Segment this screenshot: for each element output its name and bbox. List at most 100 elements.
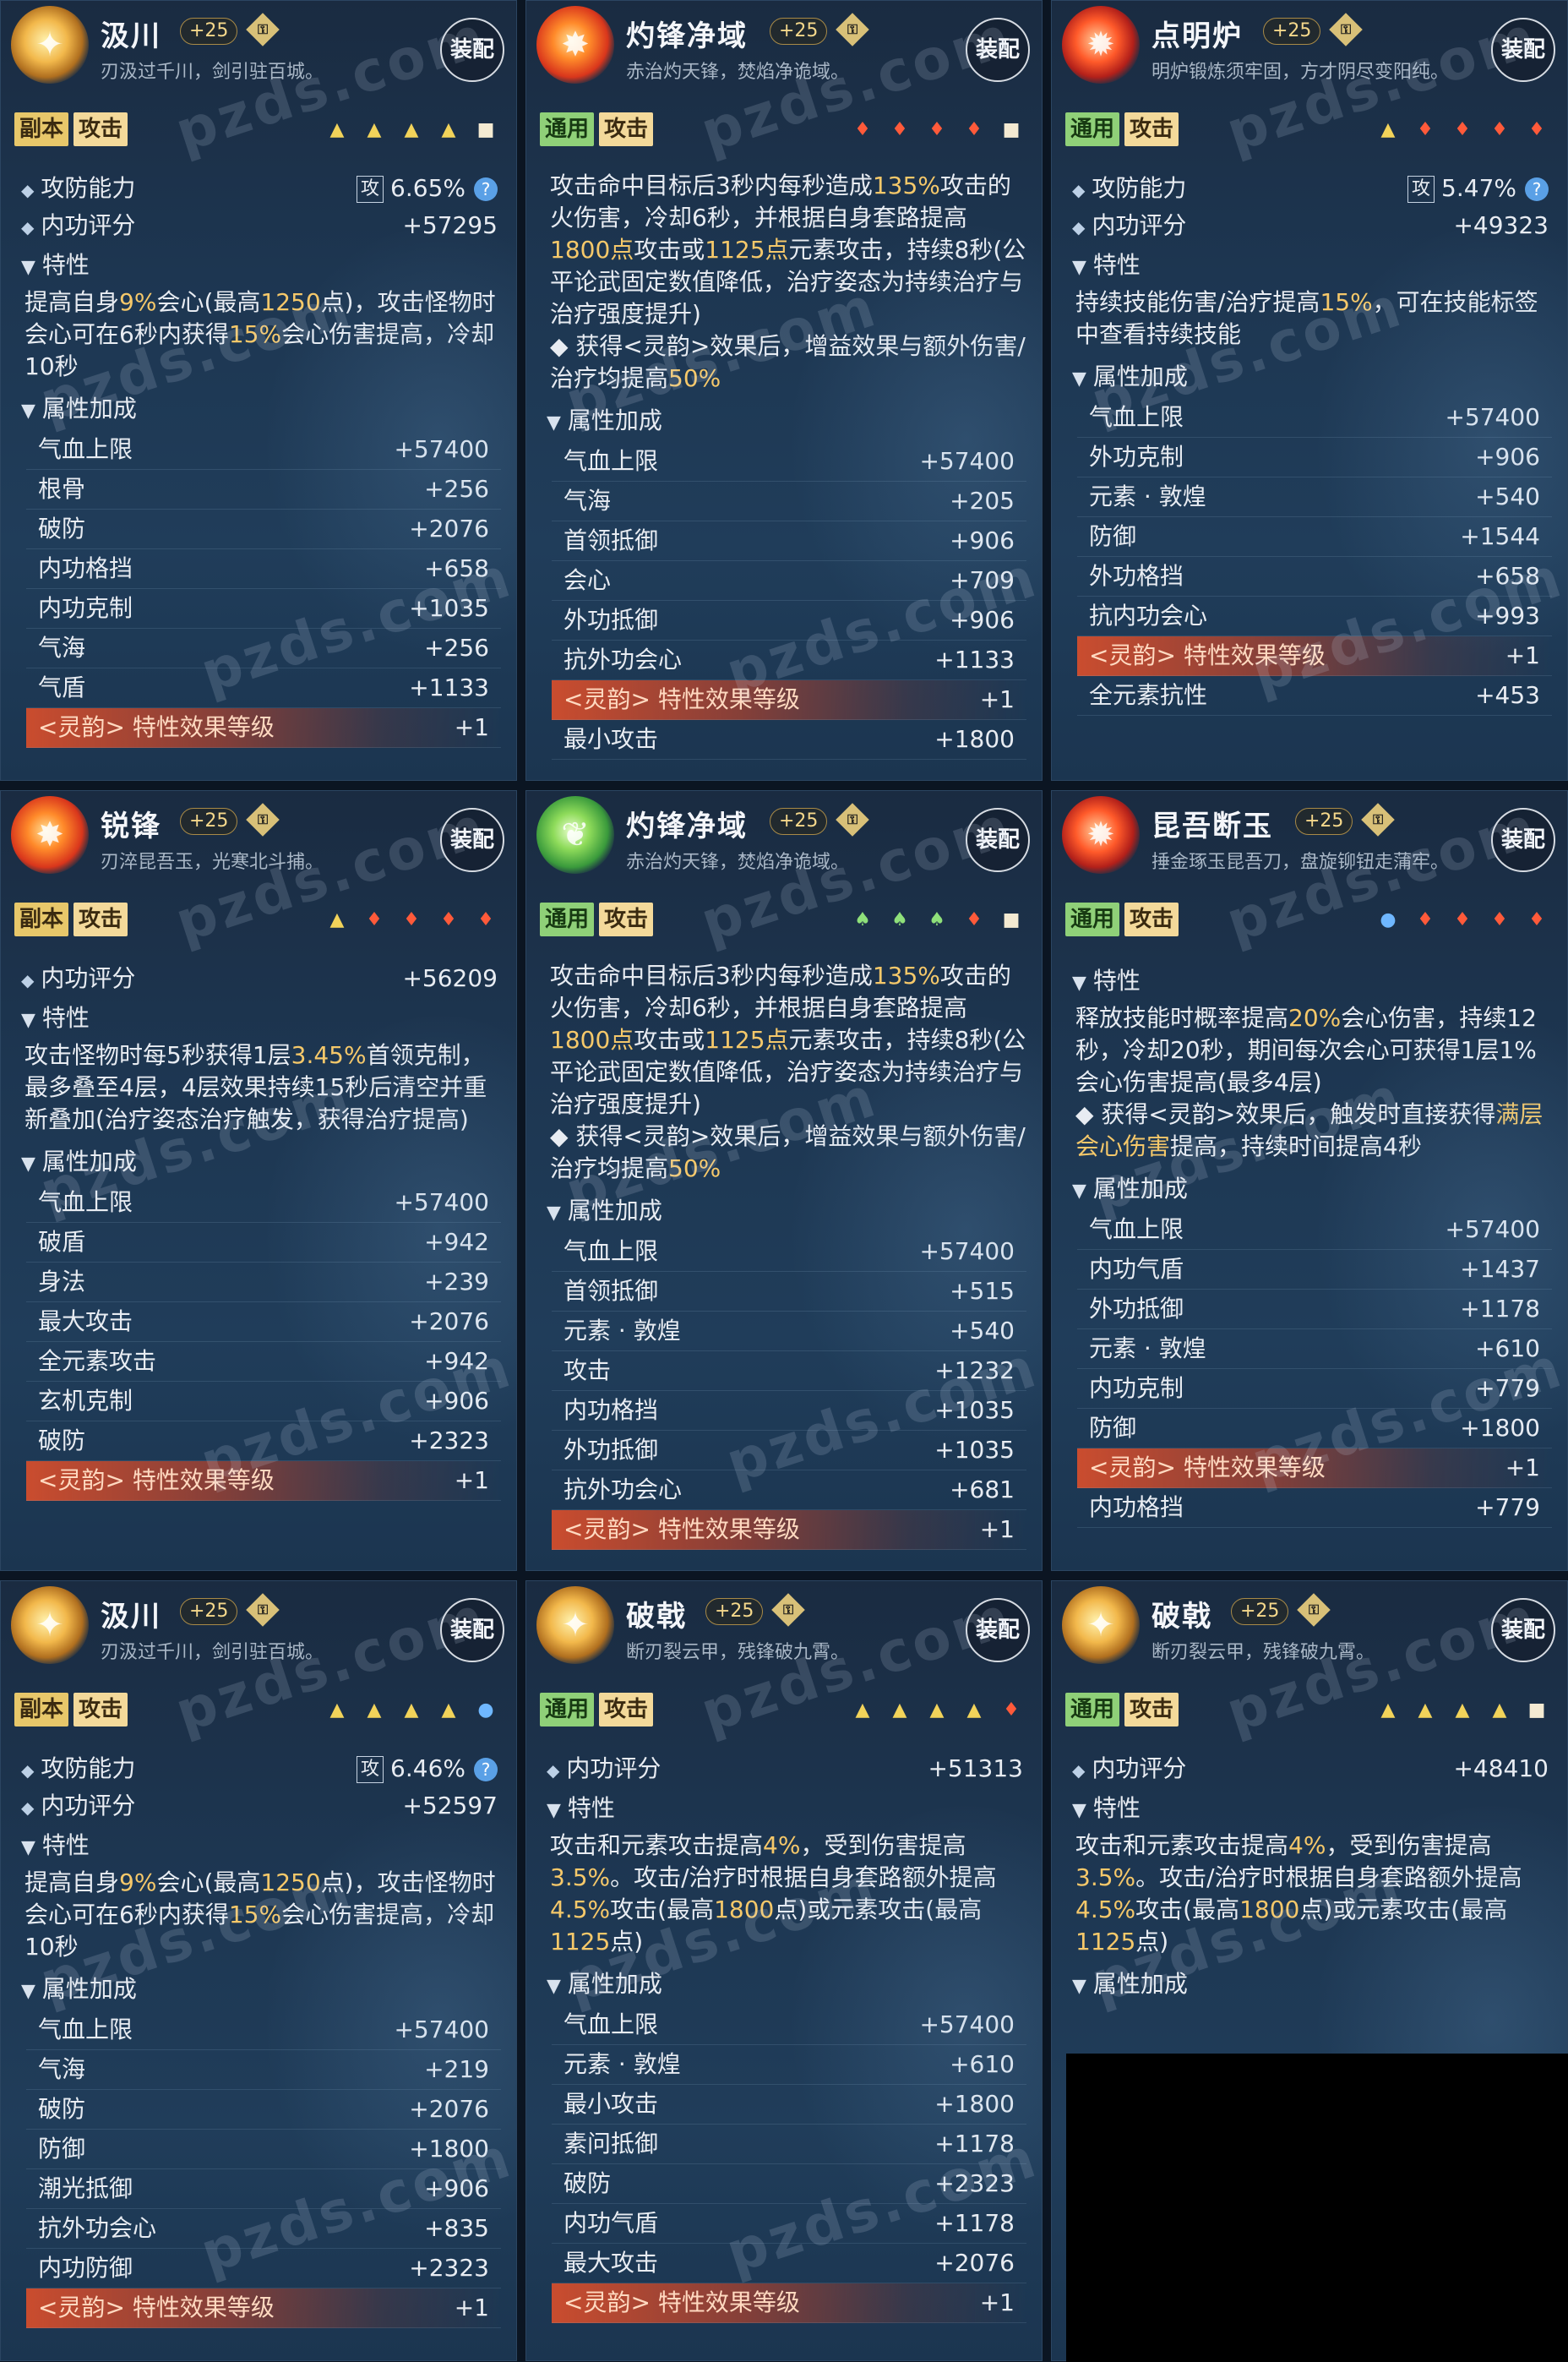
gem-slot-icon[interactable]: ▲ <box>849 1698 876 1723</box>
lock-icon[interactable]: ⚿ <box>1329 13 1363 46</box>
trait-header[interactable]: ▼ 特性 <box>21 1825 516 1867</box>
equipment-card[interactable]: ✦ 汲川 +25 ⚿ 刃汲过千川，剑引驻百城。 装配 副本 攻击 ▲ ▲ ▲ ▲ ■ ◆ 攻防能力 攻 6.65… <box>0 0 517 781</box>
gem-slot-icon[interactable]: ■ <box>998 117 1025 143</box>
gem-slot-icon[interactable]: ♦ <box>1523 117 1550 143</box>
attribute-header[interactable]: ▼ 属性加成 <box>21 1141 516 1183</box>
gem-slot-icon[interactable]: ▲ <box>886 1698 913 1723</box>
score-label: 内功评分 <box>566 1754 662 1782</box>
attribute-header[interactable]: ▼ 属性加成 <box>547 400 1042 442</box>
equipment-card[interactable]: ✦ 汲川 +25 ⚿ 刃汲过千川，剑引驻百城。 装配 副本 攻击 ▲ ▲ ▲ ▲ ● ◆ 攻防能力 攻 6.46… <box>0 1580 517 2361</box>
equipment-card[interactable]: ✸ 锐锋 +25 ⚿ 刃淬昆吾玉，光寒北斗捕。 装配 副本 攻击 ▲ ♦ ♦ ♦ ♦ ◆ 内功评分 +5620… <box>0 790 517 1571</box>
equip-button[interactable]: 装配 <box>440 1598 504 1662</box>
gem-slot-icon[interactable]: ▲ <box>324 1698 351 1723</box>
gem-slot-icon[interactable]: ▲ <box>923 1698 950 1723</box>
attribute-header[interactable]: ▼ 属性加成 <box>21 388 516 430</box>
gem-slot-icon[interactable]: ▲ <box>324 117 351 143</box>
attribute-value: +1133 <box>409 674 489 701</box>
gem-slot-icon[interactable]: ♦ <box>1412 117 1439 143</box>
gem-slot-icon[interactable]: ♦ <box>1523 908 1550 933</box>
trait-header[interactable]: ▼ 特性 <box>1072 244 1567 286</box>
gem-slot-icon[interactable]: ♠ <box>849 908 876 933</box>
lock-icon[interactable]: ⚿ <box>836 803 869 837</box>
equipment-card[interactable]: ❦ 灼锋净域 +25 ⚿ 赤治灼天锋，焚焰净诡域。 装配 通用 攻击 ♠ ♠ ♠ ♦ ■ 攻击命中目标后3… <box>525 790 1043 1571</box>
gem-slot-icon[interactable]: ● <box>1375 908 1402 933</box>
trait-header[interactable]: ▼ 特性 <box>21 244 516 286</box>
gem-slot-icon[interactable]: ♦ <box>998 1698 1025 1723</box>
equipment-card[interactable]: ✦ 破戟 +25 ⚿ 断刃裂云甲，残锋破九霄。 装配 通用 攻击 ▲ ▲ ▲ ▲ ♦ ◆ 内功评分 +5131… <box>525 1580 1043 2361</box>
lock-icon[interactable]: ⚿ <box>1361 803 1395 837</box>
gem-slot-icon[interactable]: ♦ <box>961 117 988 143</box>
attribute-row: 内功格挡 +658 <box>26 549 501 589</box>
gem-slot-icon[interactable]: ▲ <box>435 1698 462 1723</box>
gem-slot-icon[interactable]: ▲ <box>398 1698 425 1723</box>
gem-slot-icon[interactable]: ♠ <box>923 908 950 933</box>
lock-icon[interactable]: ⚿ <box>771 1593 805 1627</box>
gem-slot-icon[interactable]: ♦ <box>1486 908 1513 933</box>
gem-slot-icon[interactable]: ♦ <box>849 117 876 143</box>
collapse-arrow-icon: ▼ <box>21 1837 35 1858</box>
gem-slot-icon[interactable]: ♦ <box>398 908 425 933</box>
equip-button[interactable]: 装配 <box>1491 1598 1555 1662</box>
help-icon[interactable]: ? <box>1525 177 1549 201</box>
equip-button[interactable]: 装配 <box>440 18 504 82</box>
lock-icon[interactable]: ⚿ <box>246 803 280 837</box>
lock-icon[interactable]: ⚿ <box>836 13 869 46</box>
equip-button[interactable]: 装配 <box>966 1598 1030 1662</box>
gem-slot-icon[interactable]: ♦ <box>1449 908 1476 933</box>
gem-slot-icon[interactable]: ♦ <box>1449 117 1476 143</box>
gem-slot-icon[interactable]: ♦ <box>961 908 988 933</box>
gem-slot-icon[interactable]: ♦ <box>472 908 499 933</box>
attribute-name: 内功克制 <box>38 594 133 622</box>
lock-icon[interactable]: ⚿ <box>1297 1593 1331 1627</box>
equip-button[interactable]: 装配 <box>966 18 1030 82</box>
gem-slot-icon[interactable]: ▲ <box>361 1698 388 1723</box>
help-icon[interactable]: ? <box>474 177 498 201</box>
trait-header[interactable]: ▼ 特性 <box>1072 960 1567 1002</box>
lock-icon[interactable]: ⚿ <box>246 1593 280 1627</box>
equipment-card[interactable]: ✹ 昆吾断玉 +25 ⚿ 捶金琢玉昆吾刀，盘旋铆钮走蒲牢。 装配 通用 攻击 ● ♦ ♦ ♦ ♦ ▼ 特性释… <box>1051 790 1568 1571</box>
gem-slot-icon[interactable]: ▲ <box>398 117 425 143</box>
equipment-card[interactable]: ✹ 点明炉 +25 ⚿ 明炉锻炼须牢固，方才阴尽变阳纯。 装配 通用 攻击 ▲ ♦ ♦ ♦ ♦ ◆ 攻防能力… <box>1051 0 1568 781</box>
attribute-value: +2323 <box>409 1426 489 1454</box>
equipment-card[interactable]: ✸ 灼锋净域 +25 ⚿ 赤治灼天锋，焚焰净诡域。 装配 通用 攻击 ♦ ♦ ♦ ♦ ■ 攻击命中目标后3… <box>525 0 1043 781</box>
attribute-header[interactable]: ▼ 属性加成 <box>547 1963 1042 2005</box>
ability-row: ◆ 攻防能力 攻 6.46%? <box>21 1750 498 1787</box>
gem-slot-icon[interactable]: ▲ <box>961 1698 988 1723</box>
gem-slot-icon[interactable]: ▲ <box>1449 1698 1476 1723</box>
attribute-header[interactable]: ▼ 属性加成 <box>547 1190 1042 1232</box>
gem-slot-icon[interactable]: ● <box>472 1698 499 1723</box>
trait-header[interactable]: ▼ 特性 <box>1072 1787 1567 1830</box>
attribute-header[interactable]: ▼ 属性加成 <box>21 1968 516 2010</box>
equip-button[interactable]: 装配 <box>440 808 504 872</box>
gem-slot-icon[interactable]: ♦ <box>923 117 950 143</box>
gem-slot-icon[interactable]: ♦ <box>1412 908 1439 933</box>
trait-header[interactable]: ▼ 特性 <box>547 1787 1042 1830</box>
gem-slot-icon[interactable]: ♦ <box>361 908 388 933</box>
gear-icon: ✸ <box>11 796 89 874</box>
equip-button[interactable]: 装配 <box>966 808 1030 872</box>
attribute-row: 外功抵御 +1035 <box>552 1431 1026 1470</box>
gem-slot-icon[interactable]: ♦ <box>1486 117 1513 143</box>
gem-slot-icon[interactable]: ■ <box>1523 1698 1550 1723</box>
diamond-icon: ◆ <box>21 1760 35 1781</box>
gem-slot-icon[interactable]: ▲ <box>1375 1698 1402 1723</box>
equip-button[interactable]: 装配 <box>1491 808 1555 872</box>
gem-slot-icon[interactable]: ▲ <box>361 117 388 143</box>
gem-slot-icon[interactable]: ♠ <box>886 908 913 933</box>
attribute-header[interactable]: ▼ 属性加成 <box>1072 1963 1567 2005</box>
trait-header[interactable]: ▼ 特性 <box>21 997 516 1039</box>
gem-slot-icon[interactable]: ■ <box>472 117 499 143</box>
gem-slot-icon[interactable]: ▲ <box>324 908 351 933</box>
gem-slot-icon[interactable]: ■ <box>998 908 1025 933</box>
attribute-header[interactable]: ▼ 属性加成 <box>1072 356 1567 398</box>
gem-slot-icon[interactable]: ▲ <box>1486 1698 1513 1723</box>
gem-slot-icon[interactable]: ♦ <box>886 117 913 143</box>
lock-icon[interactable]: ⚿ <box>246 13 280 46</box>
gem-slot-icon[interactable]: ▲ <box>1412 1698 1439 1723</box>
attribute-header[interactable]: ▼ 属性加成 <box>1072 1168 1567 1210</box>
gem-slot-icon[interactable]: ▲ <box>435 117 462 143</box>
equip-button[interactable]: 装配 <box>1491 18 1555 82</box>
help-icon[interactable]: ? <box>474 1758 498 1781</box>
gem-slot-icon[interactable]: ▲ <box>1375 117 1402 143</box>
gem-slot-icon[interactable]: ♦ <box>435 908 462 933</box>
